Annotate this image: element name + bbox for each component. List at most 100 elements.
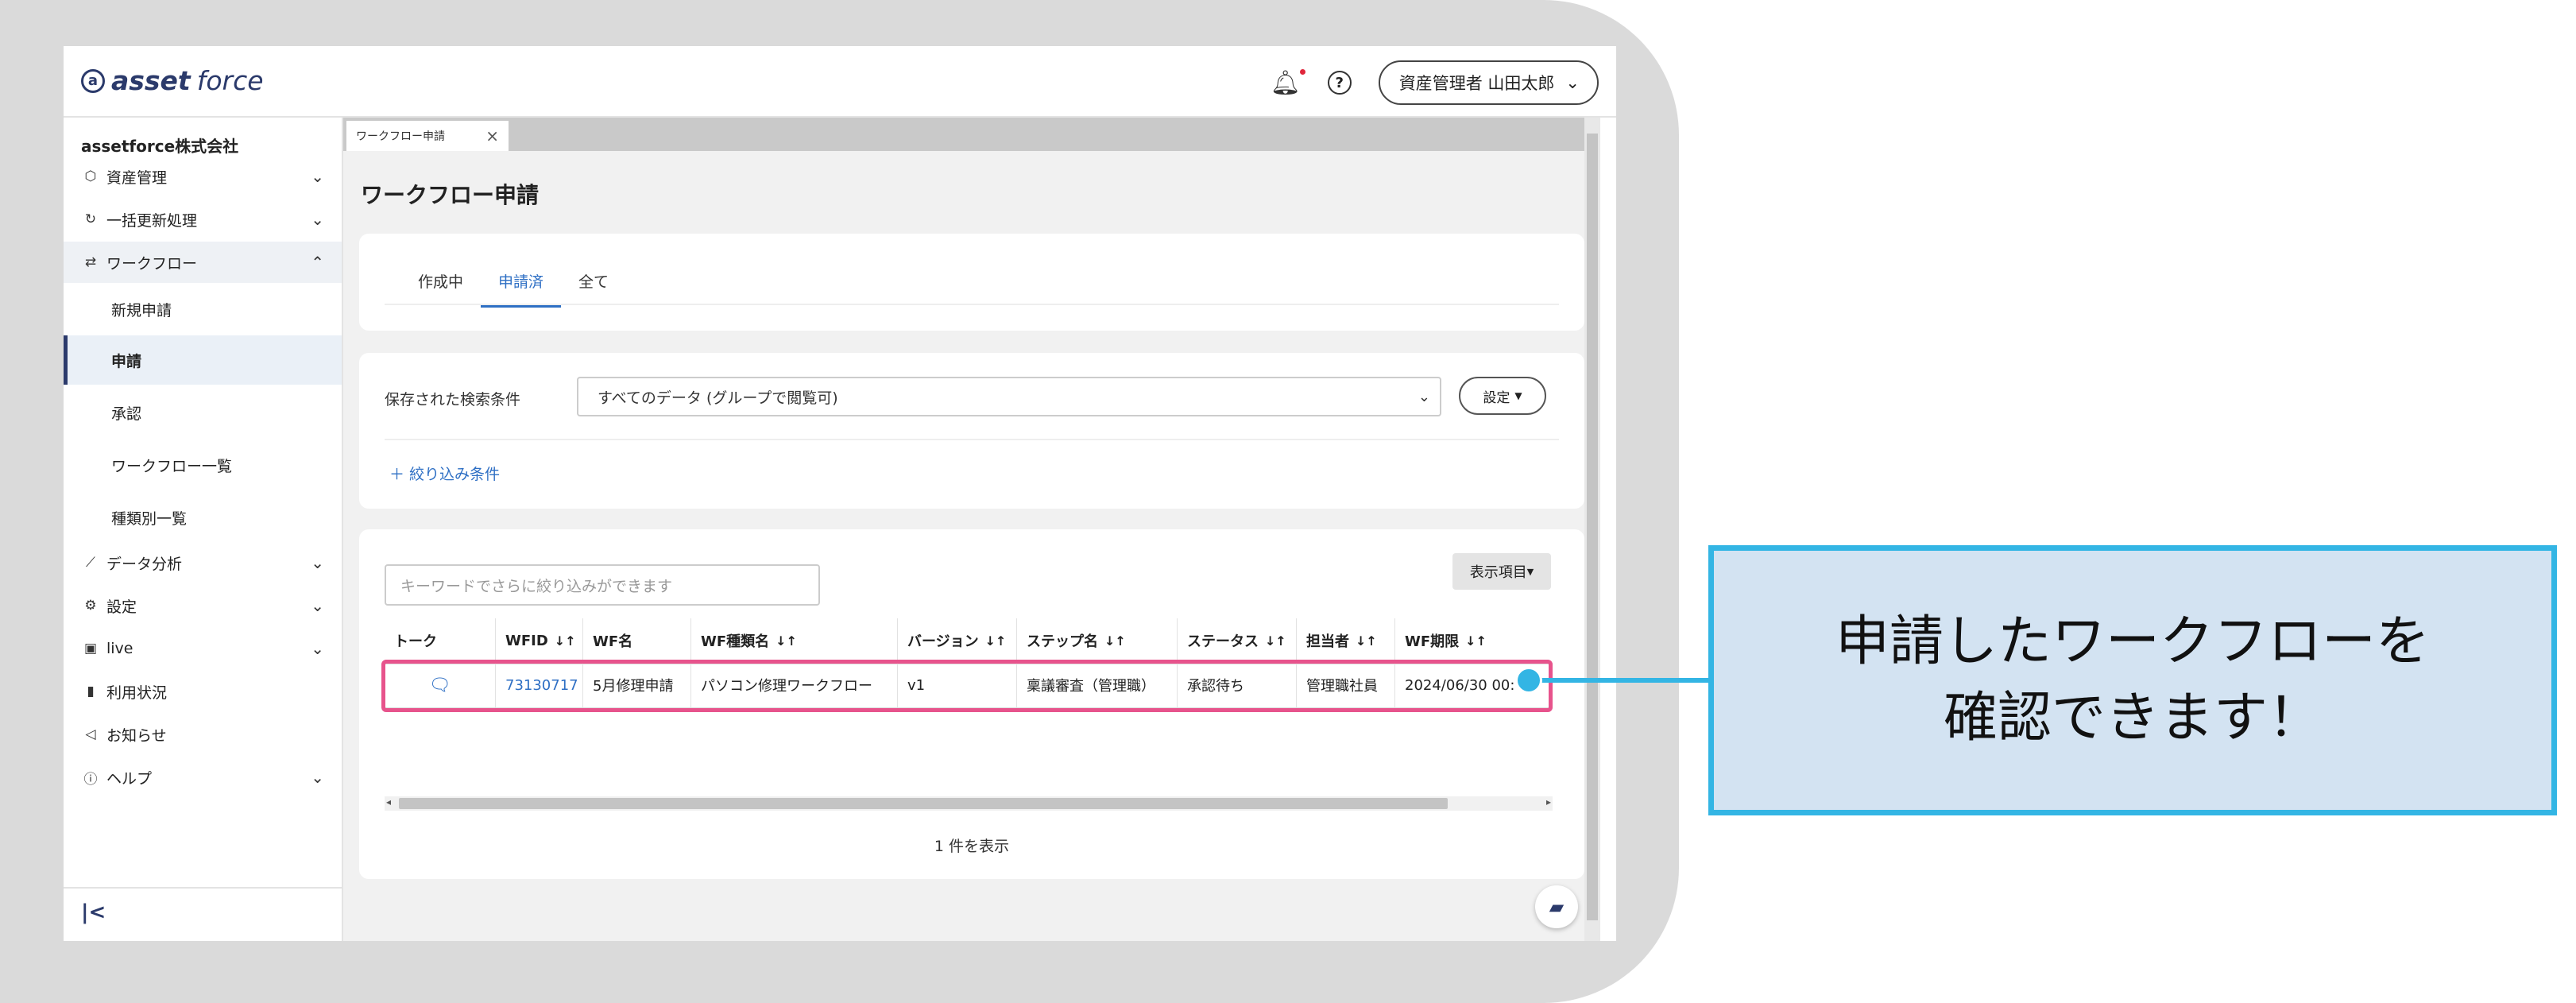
chevron-down-icon: ⌄	[311, 639, 324, 658]
bell-icon[interactable]: 🔔︎	[1271, 68, 1305, 97]
header-label: ステップ名	[1027, 633, 1098, 650]
column-header-wf-type[interactable]: WF種類名 ↓↑	[691, 618, 898, 663]
scrollbar-thumb[interactable]	[399, 798, 1448, 809]
scrollbar-thumb[interactable]	[1587, 134, 1598, 920]
header-label: WF名	[593, 633, 633, 650]
chevron-down-icon: ⌄	[311, 553, 324, 572]
sidebar-item-workflow[interactable]: ⇄ ワークフロー ⌃	[64, 242, 342, 283]
chat-icon[interactable]: ▰	[1535, 885, 1578, 928]
sort-icon[interactable]: ↓↑	[1356, 633, 1377, 649]
window-tab-workflow-request[interactable]: ワークフロー申請 ×	[346, 121, 509, 151]
sort-icon[interactable]: ↓↑	[985, 633, 1007, 649]
callout-connector	[1532, 678, 1710, 683]
header-label: WF種類名	[701, 633, 770, 650]
scroll-right-icon[interactable]: ▸	[1546, 796, 1551, 807]
help-icon[interactable]: ?	[1327, 71, 1352, 95]
tab-submitted[interactable]: 申請済	[481, 270, 562, 308]
logo-text-force: force	[196, 65, 264, 96]
display-columns-button[interactable]: 表示項目 ▼	[1452, 553, 1551, 590]
column-header-deadline[interactable]: WF期限 ↓↑	[1395, 618, 1553, 663]
sort-icon[interactable]: ↓↑	[1104, 633, 1126, 649]
saved-search-label: 保存された検索条件	[385, 391, 521, 409]
column-header-wf-name[interactable]: WF名	[583, 618, 691, 663]
sort-icon[interactable]: ↓↑	[776, 633, 797, 649]
sidebar-subitem-request[interactable]: 申請	[64, 335, 342, 385]
column-header-status[interactable]: ステータス ↓↑	[1178, 618, 1297, 663]
header-label: トーク	[394, 633, 437, 650]
sidebar-item-label: 利用状況	[106, 684, 168, 702]
sort-icon[interactable]: ↓↑	[555, 633, 576, 649]
scroll-left-icon[interactable]: ◂	[386, 796, 391, 807]
column-header-step[interactable]: ステップ名 ↓↑	[1017, 618, 1178, 663]
saved-search-value: すべてのデータ (グループで閲覧可)	[598, 389, 838, 407]
tab-all[interactable]: 全て	[561, 270, 626, 305]
sidebar-item-asset-management[interactable]: ⬡ 資産管理 ⌄	[64, 156, 342, 197]
analytics-icon: ⟋	[86, 555, 95, 571]
collapse-sidebar-icon[interactable]: |<	[81, 900, 106, 924]
column-header-assignee[interactable]: 担当者 ↓↑	[1297, 618, 1395, 663]
chevron-down-icon: ⌄	[311, 768, 324, 787]
sidebar-item-label: ヘルプ	[106, 769, 153, 788]
workflow-icon: ⇄	[84, 254, 97, 270]
bar-chart-icon: ▮	[87, 684, 95, 699]
chevron-down-icon: ⌄	[1565, 73, 1580, 92]
logo-mark-icon: a	[81, 68, 105, 93]
sidebar-subitem-approval[interactable]: 承認	[64, 388, 342, 437]
refresh-icon: ↻	[84, 211, 97, 227]
sidebar-item-label: 設定	[106, 598, 137, 616]
sidebar-item-help[interactable]: ⓘ ヘルプ ⌄	[64, 757, 342, 798]
sidebar-item-usage[interactable]: ▮ 利用状況	[64, 671, 342, 712]
header-actions: 🔔︎ ? 資産管理者 山田太郎 ⌄	[1271, 60, 1599, 105]
callout-box: 申請したワークフローを 確認できます！	[1708, 545, 2557, 815]
window-tab-label: ワークフロー申請	[356, 130, 445, 143]
chevron-down-icon: ⌄	[311, 596, 324, 615]
user-menu-button[interactable]: 資産管理者 山田太郎 ⌄	[1378, 60, 1599, 105]
display-columns-label: 表示項目	[1469, 564, 1527, 581]
tab-draft[interactable]: 作成中	[400, 270, 481, 305]
settings-button[interactable]: 設定 ▼	[1459, 377, 1546, 415]
column-header-wfid[interactable]: WFID ↓↑	[496, 618, 583, 663]
help-icon: ⓘ	[83, 771, 98, 788]
sidebar-item-live[interactable]: ▣ live ⌄	[64, 628, 342, 669]
header-label: WFID	[505, 632, 548, 649]
sidebar-item-bulk-update[interactable]: ↻ 一括更新処理 ⌄	[64, 199, 342, 240]
sidebar-item-label: ワークフロー	[106, 254, 198, 273]
sidebar-item-label: お知らせ	[106, 726, 167, 745]
logo-text-asset: asset	[111, 65, 191, 96]
sort-icon[interactable]: ↓↑	[1465, 633, 1487, 649]
horizontal-scrollbar[interactable]: ◂ ▸	[385, 796, 1553, 811]
logo[interactable]: a asset force	[81, 65, 264, 96]
header-label: バージョン	[907, 633, 979, 650]
company-name: assetforce株式会社	[81, 137, 239, 156]
sidebar-item-news[interactable]: ◁ お知らせ	[64, 714, 342, 755]
column-header-version[interactable]: バージョン ↓↑	[898, 618, 1017, 663]
sidebar-item-label: 一括更新処理	[106, 211, 198, 230]
device-frame: a asset force 🔔︎ ? 資産管理者 山田太郎 ⌄ assetforc…	[0, 0, 1679, 1003]
sort-icon[interactable]: ↓↑	[1265, 633, 1286, 649]
header-label: 担当者	[1306, 633, 1349, 650]
sidebar: assetforce株式会社 ⬡ 資産管理 ⌄ ↻ 一括更新処理 ⌄ ⇄ ワーク…	[64, 118, 343, 941]
window-tab-strip: ワークフロー申請 ×	[343, 118, 1600, 151]
saved-search-select[interactable]: すべてのデータ (グループで閲覧可) ⌄	[577, 377, 1441, 416]
sidebar-subitem-new-request[interactable]: 新規申請	[64, 285, 342, 334]
close-icon[interactable]: ×	[485, 126, 499, 145]
sidebar-item-data-analysis[interactable]: ⟋ データ分析 ⌄	[64, 542, 342, 583]
app-header: a asset force 🔔︎ ? 資産管理者 山田太郎 ⌄	[64, 46, 1616, 118]
results-card: キーワードでさらに絞り込みができます 表示項目 ▼ トーク WFID ↓↑ WF名…	[359, 529, 1584, 879]
search-conditions-card: 保存された検索条件 すべてのデータ (グループで閲覧可) ⌄ 設定 ▼ ＋ 絞り…	[359, 353, 1584, 509]
sidebar-item-label: データ分析	[106, 555, 183, 573]
app-screen: a asset force 🔔︎ ? 資産管理者 山田太郎 ⌄ assetforc…	[64, 46, 1616, 941]
caret-down-icon: ▼	[1526, 566, 1534, 577]
column-header-talk[interactable]: トーク	[385, 618, 496, 663]
megaphone-icon: ◁	[85, 726, 96, 742]
sidebar-subitem-workflow-list[interactable]: ワークフロー一覧	[64, 440, 342, 490]
vertical-scrollbar[interactable]	[1584, 118, 1600, 941]
add-filter-link[interactable]: ＋ 絞り込み条件	[389, 463, 500, 484]
chevron-down-icon: ⌄	[311, 210, 324, 229]
status-tabs: 作成中 申請済 全て	[400, 270, 626, 308]
sidebar-item-settings[interactable]: ⚙ 設定 ⌄	[64, 585, 342, 626]
status-tabs-card: 作成中 申請済 全て	[359, 234, 1584, 331]
keyword-search-input[interactable]: キーワードでさらに絞り込みができます	[385, 564, 820, 606]
notification-dot	[1299, 68, 1305, 75]
sidebar-subitem-by-type[interactable]: 種類別一覧	[64, 493, 342, 542]
